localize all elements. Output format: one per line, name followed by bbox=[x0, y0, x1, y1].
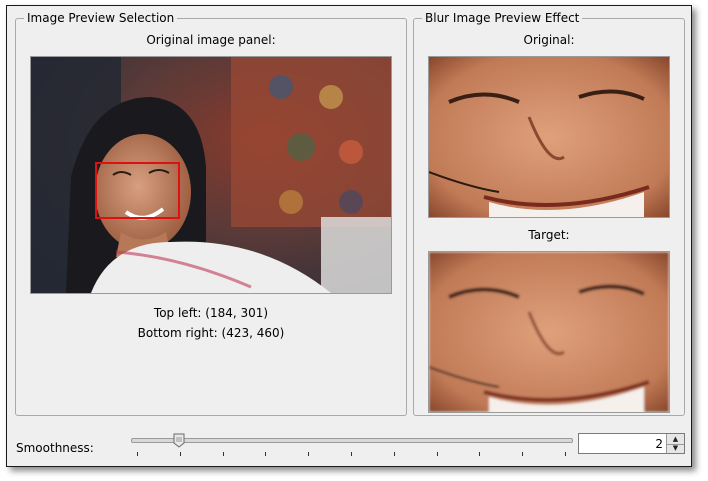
slider-tick bbox=[479, 452, 481, 456]
face-closeup-original bbox=[429, 57, 669, 217]
face-closeup-blurred bbox=[429, 252, 669, 412]
chevron-down-icon[interactable]: ▼ bbox=[667, 444, 684, 454]
slider-tick bbox=[393, 452, 395, 456]
slider-tick bbox=[137, 452, 138, 456]
slider-tick bbox=[522, 452, 524, 456]
image-preview-selection-title: Image Preview Selection bbox=[24, 11, 178, 26]
slider-tick bbox=[351, 452, 352, 456]
dialog-window: Image Preview Selection Original image p… bbox=[6, 5, 692, 467]
target-preview-image bbox=[428, 251, 670, 413]
slider-handle-icon[interactable] bbox=[173, 433, 185, 448]
target-preview-label: Target: bbox=[528, 228, 570, 242]
blur-image-preview-effect-title: Blur Image Preview Effect bbox=[422, 11, 583, 26]
original-image-panel[interactable] bbox=[30, 56, 392, 294]
bottom-right-coordinates: Bottom right: (423, 460) bbox=[137, 326, 285, 340]
image-preview-selection-group: Image Preview Selection Original image p… bbox=[15, 11, 407, 416]
slider-tick bbox=[265, 452, 267, 456]
slider-tick bbox=[308, 452, 310, 456]
blur-image-preview-effect-group: Blur Image Preview Effect Original: Targ… bbox=[413, 11, 685, 416]
spin-buttons: ▲ ▼ bbox=[666, 434, 684, 453]
top-left-coordinates: Top left: (184, 301) bbox=[153, 306, 269, 320]
original-preview-image bbox=[428, 56, 670, 218]
slider-tick bbox=[436, 452, 438, 456]
original-image-panel-label: Original image panel: bbox=[146, 33, 276, 47]
girl-photo bbox=[31, 57, 391, 293]
slider-tick bbox=[179, 452, 181, 456]
original-preview-label: Original: bbox=[523, 33, 575, 47]
smoothness-slider[interactable] bbox=[131, 438, 573, 443]
smoothness-value-input[interactable] bbox=[579, 434, 666, 453]
smoothness-spinbox[interactable]: ▲ ▼ bbox=[578, 433, 685, 454]
selection-rectangle[interactable] bbox=[95, 162, 180, 219]
slider-tick bbox=[565, 452, 566, 456]
slider-tick bbox=[222, 452, 224, 456]
smoothness-label: Smoothness: bbox=[16, 441, 94, 455]
